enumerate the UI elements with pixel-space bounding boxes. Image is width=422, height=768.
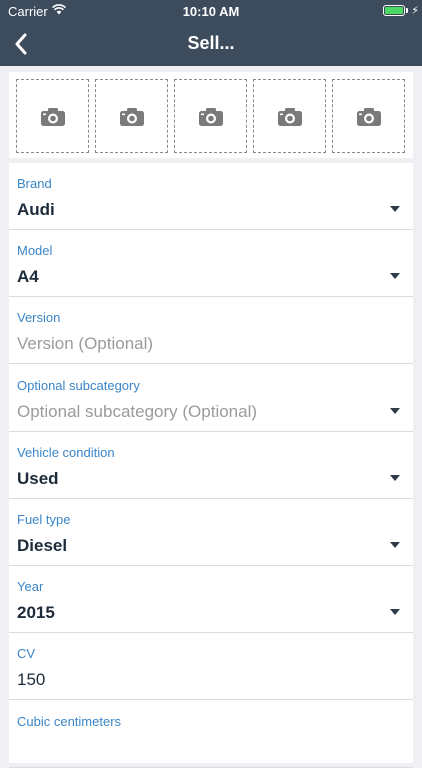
camera-icon xyxy=(198,107,223,126)
field-brand[interactable]: Brand Audi xyxy=(9,163,413,230)
field-label: Year xyxy=(17,579,44,595)
field-label: Optional subcategory xyxy=(17,377,140,393)
field-label: Fuel type xyxy=(17,512,71,527)
field-model[interactable]: Model A4 xyxy=(9,230,413,298)
page-title: Sell... xyxy=(187,33,235,53)
field-value: Audi xyxy=(17,200,55,219)
field-vehicle-condition[interactable]: Vehicle condition Used xyxy=(9,432,413,499)
photo-slot[interactable] xyxy=(253,79,326,153)
field-value: Used xyxy=(17,468,59,488)
battery-cap xyxy=(406,8,408,13)
top-bar: Carrier 10:10 AM ⚡︎ Sell... xyxy=(0,0,422,66)
dropdown-arrow-icon xyxy=(390,273,400,280)
field-value: Diesel xyxy=(17,536,68,555)
field-label: Model xyxy=(17,243,53,259)
dropdown-arrow-icon xyxy=(390,206,400,212)
field-value: 2015 xyxy=(17,603,55,623)
photo-slot[interactable] xyxy=(332,79,405,153)
status-time: 10:10 AM xyxy=(182,4,240,19)
battery-icon xyxy=(383,5,405,16)
field-value: A4 xyxy=(17,267,39,287)
dropdown-arrow-icon xyxy=(390,474,400,481)
field-label: Vehicle condition xyxy=(17,444,115,460)
photo-slot[interactable] xyxy=(95,79,168,153)
field-label: Cubic centimeters xyxy=(17,713,122,729)
camera-icon xyxy=(356,107,381,126)
photo-picker xyxy=(9,72,413,158)
photo-slot[interactable] xyxy=(16,79,89,153)
field-year[interactable]: Year 2015 xyxy=(9,566,413,634)
status-bar: Carrier 10:10 AM ⚡︎ xyxy=(0,0,422,22)
camera-icon xyxy=(40,107,65,126)
field-label: CV xyxy=(17,646,36,662)
photo-slot[interactable] xyxy=(174,79,247,153)
field-label: Version xyxy=(17,310,61,326)
field-optional-subcategory[interactable]: Optional subcategory Optional subcategory… xyxy=(9,365,413,432)
field-version[interactable]: Version Version (Optional) xyxy=(9,297,413,365)
field-label: Brand xyxy=(17,176,52,191)
field-cubic-centimeters[interactable]: Cubic centimeters xyxy=(9,701,413,768)
vehicle-form: Brand Audi Model A4 Version Version (Optional… xyxy=(9,163,413,768)
field-value: 150 xyxy=(17,670,46,690)
field-placeholder: Optional subcategory (Optional) xyxy=(17,401,258,421)
field-cv[interactable]: CV 150 xyxy=(9,633,413,701)
dropdown-arrow-icon xyxy=(390,407,400,414)
field-fuel-type[interactable]: Fuel type Diesel xyxy=(9,499,413,566)
dropdown-arrow-icon xyxy=(390,609,400,616)
dropdown-arrow-icon xyxy=(390,542,400,548)
field-placeholder: Version (Optional) xyxy=(17,334,154,354)
charging-bolt-icon: ⚡︎ xyxy=(411,5,419,17)
camera-icon xyxy=(277,107,302,126)
camera-icon xyxy=(119,107,144,126)
navigation-bar: Sell... xyxy=(0,22,422,66)
